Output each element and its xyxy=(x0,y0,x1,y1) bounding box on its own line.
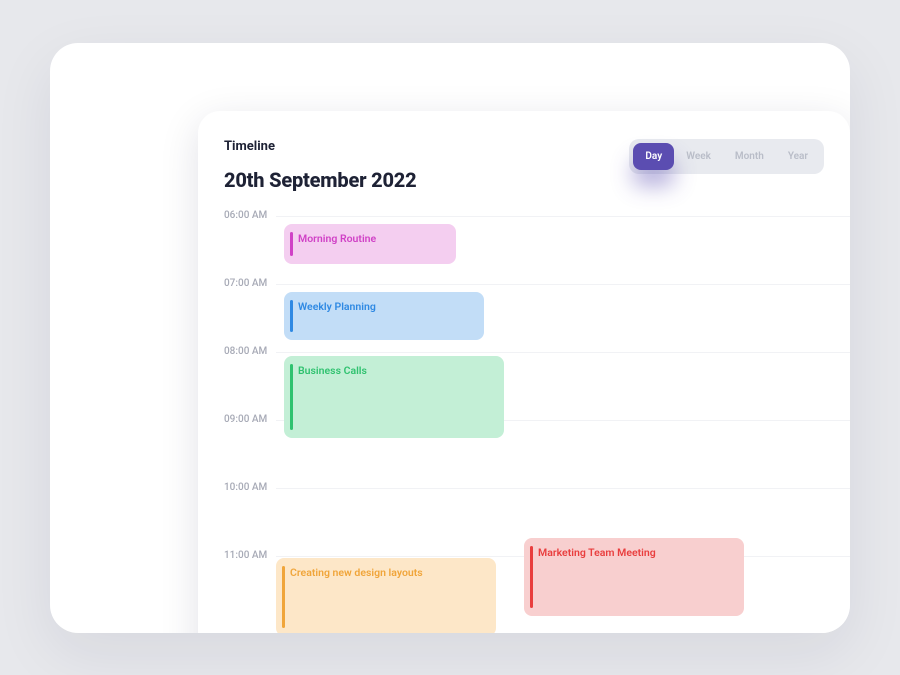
view-switch: Day Week Month Year xyxy=(629,139,824,174)
event-accent-bar xyxy=(290,232,293,256)
event-business-calls[interactable]: Business Calls xyxy=(284,356,504,438)
event-weekly-planning[interactable]: Weekly Planning xyxy=(284,292,484,340)
event-title: Weekly Planning xyxy=(298,300,376,313)
event-title: Creating new design layouts xyxy=(290,566,423,579)
panel-label: Timeline xyxy=(224,139,416,154)
hour-separator xyxy=(276,216,850,217)
hour-separator xyxy=(276,352,850,353)
hour-label: 11:00 AM xyxy=(224,550,267,561)
timeline-panel: Timeline 20th September 2022 Day Week Mo… xyxy=(198,111,850,633)
hour-separator xyxy=(276,284,850,285)
event-accent-bar xyxy=(530,546,533,608)
view-tab-day[interactable]: Day xyxy=(633,143,674,170)
view-tab-week[interactable]: Week xyxy=(674,143,723,170)
event-design-layouts[interactable]: Creating new design layouts xyxy=(276,558,496,633)
event-accent-bar xyxy=(290,364,293,430)
outer-card: Timeline 20th September 2022 Day Week Mo… xyxy=(50,43,850,633)
event-morning-routine[interactable]: Morning Routine xyxy=(284,224,456,264)
view-tab-month[interactable]: Month xyxy=(723,143,776,170)
title-area: Timeline 20th September 2022 xyxy=(224,139,416,192)
hour-label: 08:00 AM xyxy=(224,346,267,357)
hour-label: 09:00 AM xyxy=(224,414,267,425)
timeline-grid: 06:00 AM 07:00 AM 08:00 AM 09:00 AM 10:0… xyxy=(224,216,824,633)
event-accent-bar xyxy=(290,300,293,332)
hour-label: 06:00 AM xyxy=(224,210,267,221)
hour-label: 10:00 AM xyxy=(224,482,267,493)
event-title: Morning Routine xyxy=(298,232,376,245)
hour-label: 07:00 AM xyxy=(224,278,267,289)
panel-date: 20th September 2022 xyxy=(224,168,416,192)
hour-separator xyxy=(276,488,850,489)
event-title: Marketing Team Meeting xyxy=(538,546,656,559)
view-tab-year[interactable]: Year xyxy=(776,143,820,170)
panel-header: Timeline 20th September 2022 Day Week Mo… xyxy=(224,139,824,192)
event-title: Business Calls xyxy=(298,364,367,377)
event-marketing-meeting[interactable]: Marketing Team Meeting xyxy=(524,538,744,616)
event-accent-bar xyxy=(282,566,285,628)
